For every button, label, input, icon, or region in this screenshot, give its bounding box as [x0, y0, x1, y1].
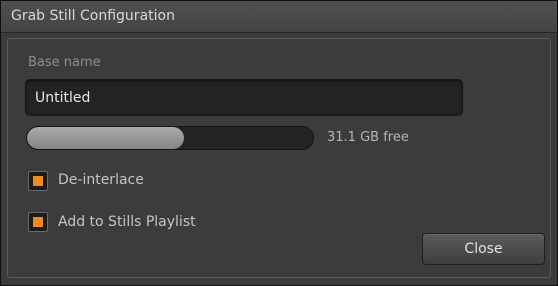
- title-bar[interactable]: Grab Still Configuration: [1, 1, 557, 33]
- deinterlace-label[interactable]: De-interlace: [58, 172, 144, 188]
- checkbox-checked-mark: [33, 217, 43, 227]
- dialog-title: Grab Still Configuration: [11, 8, 175, 24]
- checkbox-checked-mark: [33, 176, 43, 186]
- add-to-stills-playlist-label[interactable]: Add to Stills Playlist: [58, 214, 196, 230]
- free-space-label: 31.1 GB free: [327, 130, 409, 145]
- deinterlace-checkbox[interactable]: [28, 171, 48, 191]
- add-to-stills-playlist-checkbox[interactable]: [28, 212, 48, 232]
- storage-usage-fill: [27, 127, 185, 149]
- base-name-input[interactable]: [25, 79, 463, 116]
- storage-usage-bar: [26, 126, 314, 150]
- close-button[interactable]: Close: [422, 233, 545, 265]
- base-name-label: Base name: [28, 55, 101, 70]
